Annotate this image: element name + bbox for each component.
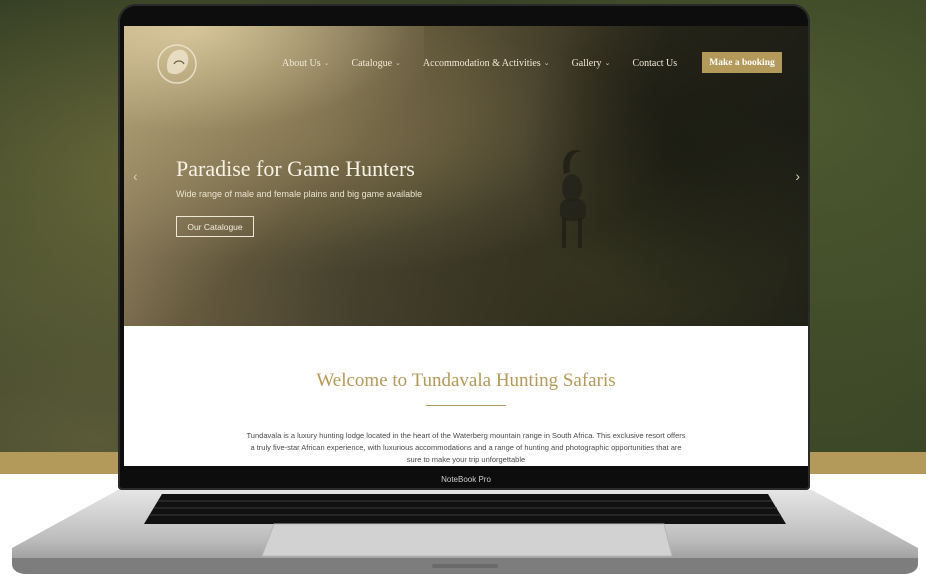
nav-item-label: Catalogue — [351, 57, 393, 69]
heading-divider — [426, 405, 506, 406]
chevron-right-icon[interactable]: › — [795, 168, 800, 184]
welcome-heading: Welcome to Tundavala Hunting Safaris — [316, 370, 616, 391]
nav-item-label: About Us — [282, 57, 321, 69]
website-screen: About Us ⌄ Catalogue ⌄ Accommodation & A… — [124, 26, 808, 466]
nav-item-accommodation[interactable]: Accommodation & Activities ⌄ — [423, 58, 550, 69]
nav-item-label: Contact Us — [632, 57, 678, 69]
chevron-down-icon: ⌄ — [604, 59, 611, 67]
main-nav: About Us ⌄ Catalogue ⌄ Accommodation & A… — [282, 52, 699, 74]
chevron-down-icon: ⌄ — [543, 59, 550, 67]
welcome-text: Tundavala is a luxury hunting lodge loca… — [246, 431, 686, 464]
make-booking-button[interactable]: Make a booking — [702, 52, 782, 73]
laptop-base — [12, 490, 918, 574]
nav-item-gallery[interactable]: Gallery ⌄ — [572, 58, 611, 69]
hero-banner: About Us ⌄ Catalogue ⌄ Accommodation & A… — [124, 26, 808, 326]
lion-head-logo-icon[interactable] — [154, 38, 200, 90]
hero-subtitle: Wide range of male and female plains and… — [176, 189, 423, 199]
chevron-down-icon: ⌄ — [323, 59, 330, 67]
nav-item-catalogue[interactable]: Catalogue ⌄ — [352, 58, 401, 69]
nav-item-label: Accommodation & Activities — [422, 57, 541, 69]
chevron-left-icon[interactable]: ‹ — [133, 168, 138, 184]
chevron-down-icon: ⌄ — [395, 59, 401, 67]
nav-item-contact-us[interactable]: Contact Us — [632, 58, 677, 69]
our-catalogue-button[interactable]: Our Catalogue — [176, 216, 254, 237]
hero-title: Paradise for Game Hunters — [176, 156, 415, 181]
nav-item-label: Gallery — [571, 57, 602, 69]
antelope-silhouette — [560, 150, 586, 248]
nav-item-about-us[interactable]: About Us ⌄ — [282, 58, 330, 69]
